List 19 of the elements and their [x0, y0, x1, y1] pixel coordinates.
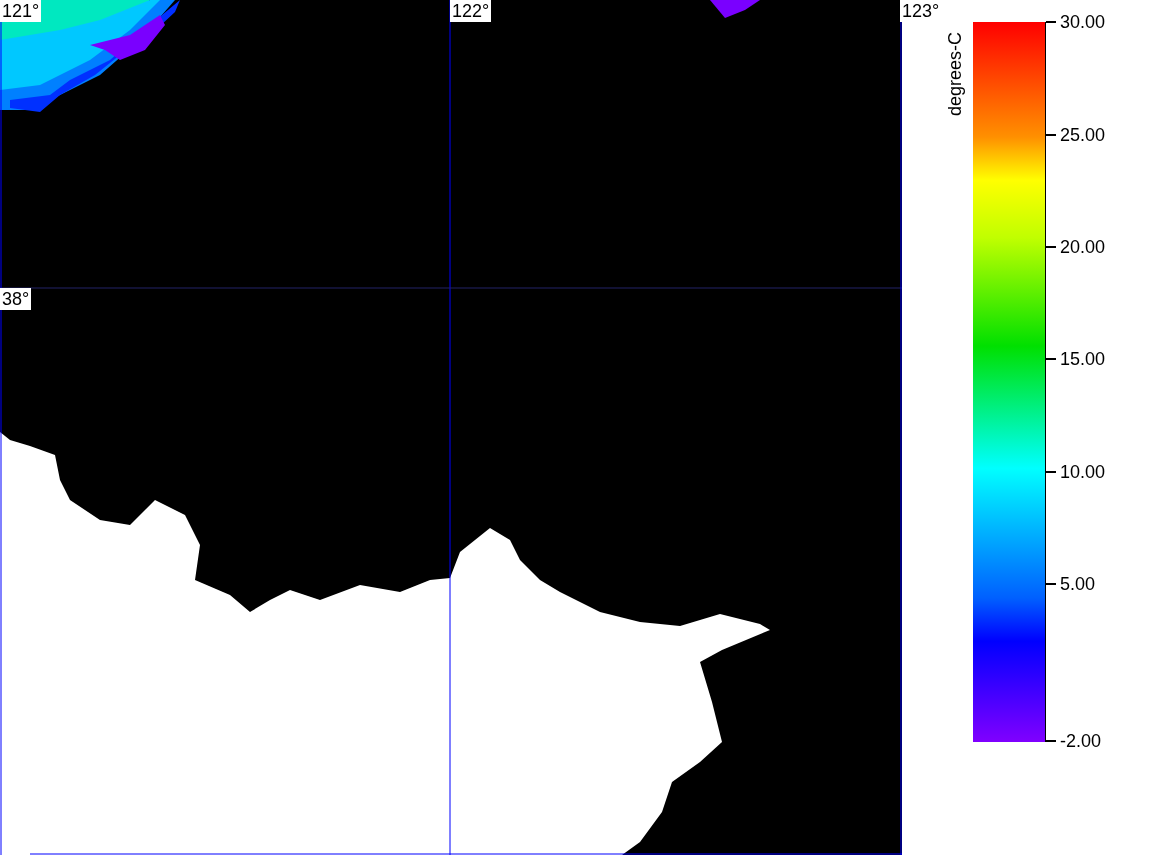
- tick-mark: [1046, 740, 1056, 742]
- tick-label: 20.00: [1060, 237, 1106, 257]
- tick-mark: [1046, 358, 1056, 360]
- longitude-label: 121°: [0, 0, 42, 22]
- tick-label: 10.00: [1060, 462, 1106, 482]
- tick-label: 30.00: [1060, 12, 1106, 32]
- tick-label: 25.00: [1060, 125, 1106, 145]
- latitude-label: 38°: [0, 288, 32, 310]
- tick-label: 15.00: [1060, 349, 1106, 369]
- longitude-label: 122°: [450, 0, 492, 22]
- tick-mark: [1046, 471, 1056, 473]
- tick-mark: [1046, 246, 1056, 248]
- tick-label: 5.00: [1060, 574, 1096, 594]
- tick-mark: [1046, 134, 1056, 136]
- colorbar-title: degrees-C: [946, 31, 964, 116]
- tick-mark: [1046, 583, 1056, 585]
- tick-label: -2.00: [1060, 731, 1102, 751]
- tick-mark: [1046, 21, 1056, 23]
- longitude-label: 123°: [900, 0, 942, 22]
